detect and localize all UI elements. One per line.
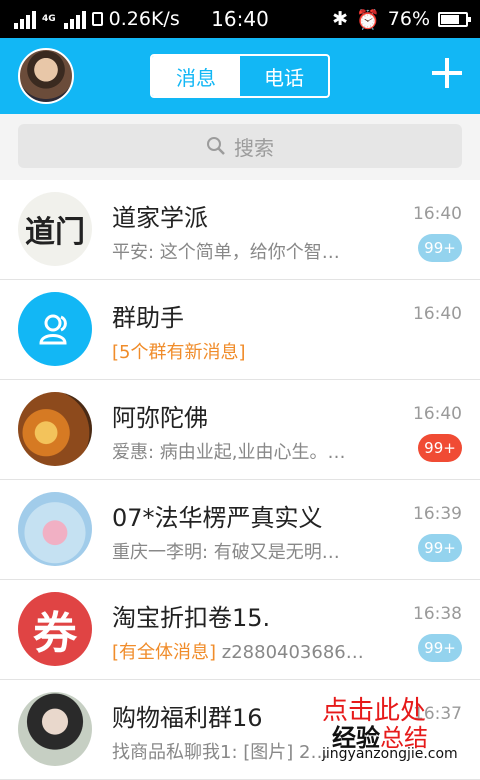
conversation-item[interactable]: 07*法华楞严真实义 重庆一李明: 有破又是无明… 16:39 99+ — [0, 480, 480, 580]
search-area: 搜索 — [0, 114, 480, 180]
message-preview: 平安: 这个简单，给你个智… — [112, 242, 340, 263]
message-time: 16:40 — [413, 304, 462, 324]
message-preview: 重庆一李明: 有破又是无明… — [112, 542, 340, 563]
top-bar: 消息 电话 — [0, 38, 480, 114]
group-avatar — [18, 692, 92, 766]
conversation-name: 群助手 — [112, 304, 184, 332]
message-text: z2880403686… — [216, 642, 364, 663]
message-preview: 找商品私聊我1: [图片] 2… — [112, 742, 329, 763]
status-bar: 4G 0.26K/s 16:40 ✱ ⏰ 76% — [0, 0, 480, 38]
group-avatar — [18, 392, 92, 466]
group-avatar — [18, 492, 92, 566]
signal-icon — [14, 9, 36, 29]
clock: 16:40 — [211, 7, 269, 31]
message-time: 16:38 — [413, 604, 462, 624]
users-icon — [39, 314, 67, 345]
message-time: 16:37 — [413, 704, 462, 724]
conversation-item[interactable]: 券 淘宝折扣卷15. [有全体消息] z2880403686… 16:38 99… — [0, 580, 480, 680]
conversation-item[interactable]: 群助手 [5个群有新消息] 16:40 — [0, 280, 480, 380]
group-avatar: 券 — [18, 592, 92, 666]
add-icon[interactable] — [432, 58, 462, 88]
message-phone-switch: 消息 电话 — [150, 54, 330, 98]
message-time: 16:40 — [413, 404, 462, 424]
conversation-name: 购物福利群16 — [112, 704, 263, 732]
my-avatar[interactable] — [18, 48, 74, 104]
tab-phone[interactable]: 电话 — [240, 56, 328, 96]
notice-tag: [有全体消息] — [112, 642, 217, 663]
network-speed: 0.26K/s — [108, 8, 180, 30]
group-helper-avatar — [18, 292, 92, 366]
message-preview: [5个群有新消息] — [112, 338, 374, 364]
message-time: 16:39 — [413, 504, 462, 524]
battery-percent: 76% — [387, 8, 430, 30]
group-avatar: 道门 — [18, 192, 92, 266]
search-placeholder: 搜索 — [234, 135, 274, 160]
network-type: 4G — [42, 13, 56, 24]
tab-messages[interactable]: 消息 — [152, 56, 240, 96]
unread-badge: 99+ — [418, 234, 462, 262]
notice-tag: [5个群有新消息] — [112, 342, 246, 363]
conversation-item[interactable]: 道门 道家学派 平安: 这个简单，给你个智… 16:40 99+ — [0, 180, 480, 280]
unread-badge: 99+ — [418, 434, 462, 462]
message-preview: 爱惠: 病由业起,业由心生。… — [112, 442, 346, 463]
signal-icon-2 — [63, 9, 86, 29]
conversation-name: 07*法华楞严真实义 — [112, 504, 323, 532]
conversation-list: 道门 道家学派 平安: 这个简单，给你个智… 16:40 99+ 群助手 [5个… — [0, 180, 480, 780]
message-time: 16:40 — [413, 204, 462, 224]
search-icon — [207, 137, 225, 155]
message-preview: [有全体消息] z2880403686… — [112, 638, 374, 664]
battery-level — [441, 14, 460, 24]
battery-icon — [438, 11, 471, 27]
sim-icon — [91, 12, 103, 26]
unread-badge: 99+ — [418, 534, 462, 562]
bluetooth-icon: ✱ — [332, 8, 349, 30]
conversation-name: 淘宝折扣卷15. — [112, 604, 271, 632]
conversation-item[interactable]: 阿弥陀佛 爱惠: 病由业起,业由心生。… 16:40 99+ — [0, 380, 480, 480]
alarm-icon: ⏰ — [356, 8, 380, 31]
conversation-item[interactable]: 购物福利群16 找商品私聊我1: [图片] 2… 16:37 — [0, 680, 480, 780]
conversation-name: 道家学派 — [112, 204, 208, 232]
conversation-name: 阿弥陀佛 — [112, 404, 208, 432]
search-input[interactable]: 搜索 — [18, 124, 462, 168]
unread-badge: 99+ — [418, 634, 462, 662]
